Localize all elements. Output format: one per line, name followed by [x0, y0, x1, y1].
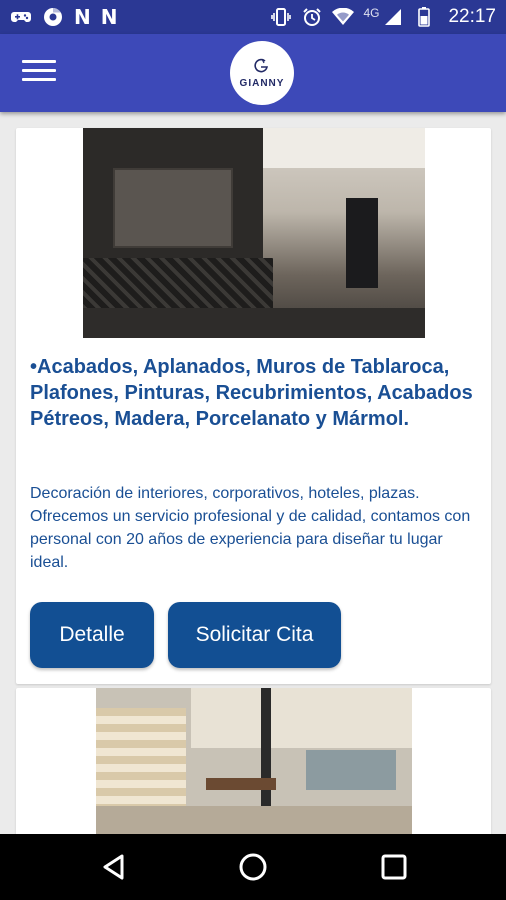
back-icon[interactable]: [98, 851, 130, 883]
service-card: [16, 688, 491, 834]
home-icon[interactable]: [237, 851, 269, 883]
detail-button[interactable]: Detalle: [30, 602, 154, 668]
logo-text: GIANNY: [239, 77, 285, 89]
hamburger-menu-icon[interactable]: [22, 60, 56, 86]
card-description: Decoración de interiores, corporativos, …: [30, 485, 471, 571]
battery-icon: [413, 7, 435, 27]
restaurant-interior-photo: [96, 688, 412, 834]
logo[interactable]: GIANNY: [230, 41, 294, 105]
status-bar: N N 4G 22:17: [0, 0, 506, 34]
alarm-icon: [301, 7, 323, 27]
content-list[interactable]: •Acabados, Aplanados, Muros de Tablaroca…: [0, 112, 506, 834]
signal-icon: [382, 7, 404, 27]
request-appointment-button[interactable]: Solicitar Cita: [168, 602, 341, 668]
app-bar: GIANNY: [0, 34, 506, 112]
network-type: 4G: [363, 6, 380, 20]
clock: 22:17: [448, 6, 496, 27]
wifi-icon: [332, 7, 355, 27]
n-app-icon: N: [74, 5, 91, 29]
card-title: •Acabados, Aplanados, Muros de Tablaroca…: [30, 356, 473, 430]
game-controller-icon: [10, 7, 32, 27]
n-app-icon: N: [100, 5, 118, 29]
navigation-bar: [0, 834, 506, 900]
modern-bathroom-photo: [83, 128, 425, 338]
chrome-icon: [42, 7, 64, 27]
logo-mark-icon: [254, 58, 269, 72]
vibrate-icon: [270, 7, 292, 27]
service-card: •Acabados, Aplanados, Muros de Tablaroca…: [16, 128, 491, 684]
recents-icon[interactable]: [378, 851, 410, 883]
